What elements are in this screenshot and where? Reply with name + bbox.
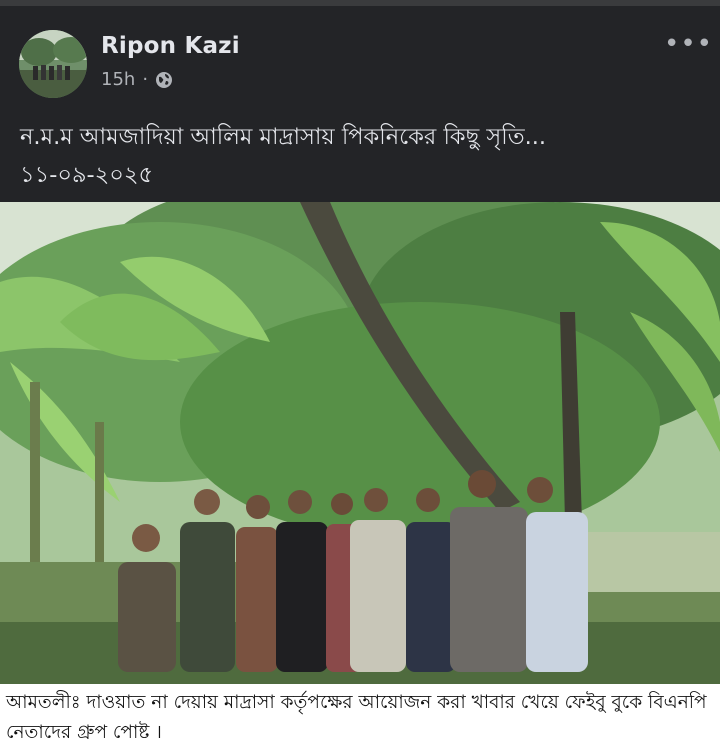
caption-line-2: ১১-০৯-২০২৫ <box>20 162 154 188</box>
author-name[interactable]: Ripon Kazi <box>101 33 240 59</box>
post-photo[interactable] <box>0 202 720 684</box>
globe-icon[interactable] <box>155 71 173 89</box>
meta-separator: · <box>142 69 149 90</box>
post-caption: ন.ম.ম আমজাদিয়া আলিম মাদ্রাসায় পিকনিকের… <box>20 118 710 194</box>
overlay-text: আমতলীঃ দাওয়াত না দেয়ায় মাদ্রাসা কর্তৃ… <box>6 692 707 743</box>
caption-line-1: ন.ম.ম আমজাদিয়া আলিম মাদ্রাসায় পিকনিকের… <box>20 124 547 150</box>
avatar[interactable] <box>19 30 87 98</box>
post-time[interactable]: 15h <box>101 69 135 90</box>
post-meta: 15h · <box>101 69 173 90</box>
post-header: Ripon Kazi 15h · ••• ন.ম.ম আমজাদিয়া আলি… <box>0 6 720 202</box>
more-options-icon[interactable]: ••• <box>664 31 713 57</box>
news-caption-overlay: আমতলীঃ দাওয়াত না দেয়ায় মাদ্রাসা কর্তৃ… <box>0 684 720 754</box>
